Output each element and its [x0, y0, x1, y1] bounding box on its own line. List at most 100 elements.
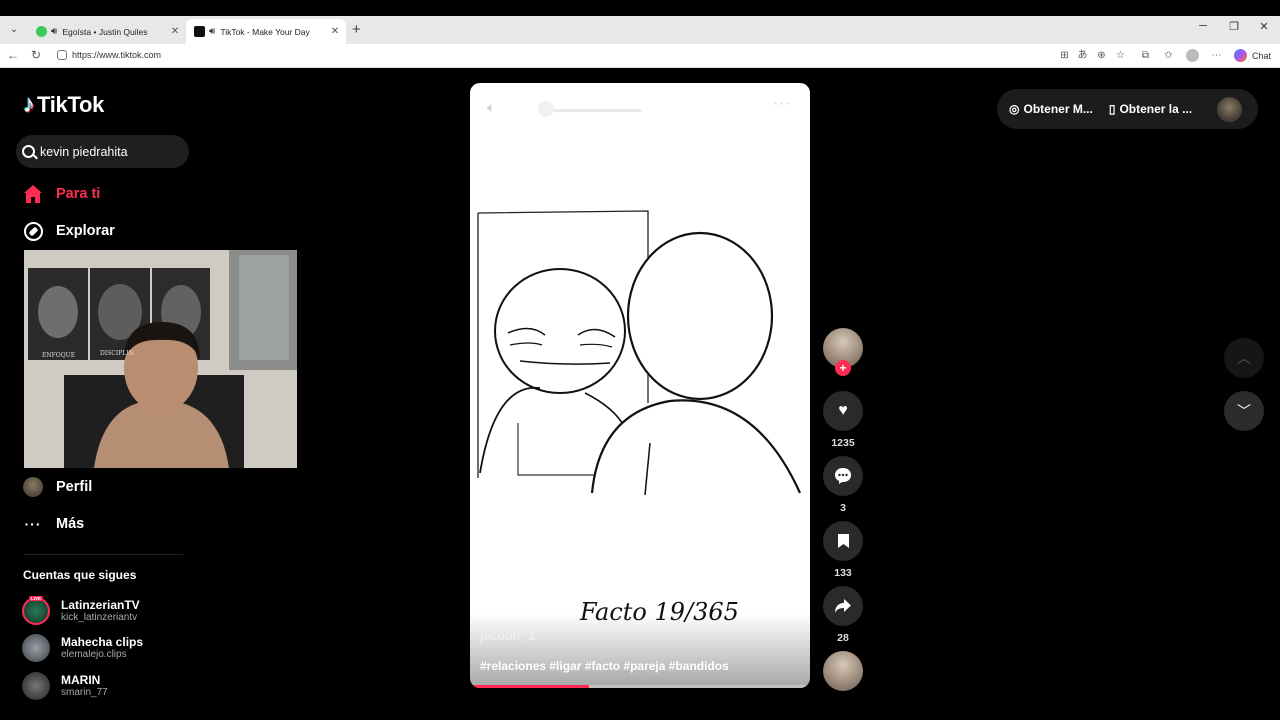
zoom-icon[interactable]: ⊕: [1095, 49, 1108, 62]
avatar: +: [823, 328, 863, 376]
video-progress-fill: [470, 685, 589, 688]
video-progress-bar[interactable]: [470, 685, 810, 688]
spotify-favicon-icon: [36, 26, 47, 37]
next-video-chevron-down-icon[interactable]: ﹀: [1224, 391, 1264, 431]
divider: [23, 554, 183, 555]
video-more-icon[interactable]: ···: [773, 95, 792, 113]
follow-plus-icon[interactable]: +: [835, 360, 851, 376]
avatar: [22, 634, 50, 662]
chat-label: Chat: [1252, 50, 1272, 61]
music-disc-button[interactable]: [823, 651, 863, 691]
share-count: 28: [837, 632, 849, 644]
close-tab-icon[interactable]: ✕: [168, 26, 182, 37]
minimize-icon[interactable]: ─: [1188, 20, 1218, 32]
browser-tab-egoista[interactable]: 🔊︎ Egoísta • Justin Quiles ✕: [28, 19, 186, 44]
user-avatar[interactable]: [1217, 97, 1242, 122]
tab-title: Egoísta • Justin Quiles: [62, 26, 148, 37]
comment-icon[interactable]: [823, 456, 863, 496]
tab-title: TikTok - Make Your Day: [220, 26, 310, 37]
nav-item-explorar[interactable]: Explorar: [23, 221, 115, 241]
tab-list-chevron-icon[interactable]: ⌄: [6, 22, 22, 38]
extensions-icon[interactable]: ⧉: [1139, 49, 1152, 62]
nav-label: Más: [56, 516, 85, 532]
volume-slider-handle[interactable]: [538, 101, 554, 117]
save-action[interactable]: 133: [823, 521, 863, 579]
translate-icon[interactable]: あ: [1076, 49, 1089, 62]
reload-icon[interactable]: ↻: [31, 48, 41, 62]
account-name: MARIN: [61, 672, 101, 687]
like-action[interactable]: ♥ 1235: [823, 391, 863, 449]
avatar: LIVE: [22, 596, 50, 625]
profile-icon[interactable]: [1186, 49, 1199, 62]
copilot-icon: [1234, 49, 1247, 62]
search-icon[interactable]: [22, 145, 35, 158]
share-action[interactable]: 28: [823, 586, 863, 644]
favorite-star-icon[interactable]: ☆: [1114, 49, 1127, 62]
video-player[interactable]: 🔈︎ ··· Facto 19/365 jacobfr_1 #relacione…: [470, 83, 810, 688]
account-name: Mahecha clips: [61, 634, 144, 649]
back-icon[interactable]: ←: [7, 48, 19, 62]
heart-icon[interactable]: ♥: [823, 391, 863, 431]
close-window-icon[interactable]: ✕: [1249, 20, 1279, 33]
share-icon[interactable]: [823, 586, 863, 626]
close-tab-icon[interactable]: ✕: [328, 26, 342, 37]
url-field[interactable]: https://www.tiktok.com: [72, 50, 161, 60]
address-bar: ← ↻ https://www.tiktok.com ⊞ あ ⊕ ☆ ⧉ ✩ ⋯…: [0, 44, 1280, 68]
like-count: 1235: [831, 437, 855, 449]
new-tab-icon[interactable]: +: [352, 21, 361, 38]
video-description[interactable]: #relaciones #ligar #facto #pareja #bandi…: [480, 659, 729, 673]
speaker-icon[interactable]: 🔊︎: [51, 26, 57, 37]
previous-video-chevron-up-icon[interactable]: ︿: [1224, 338, 1264, 378]
app-available-icon[interactable]: ⊞: [1058, 49, 1071, 62]
site-info-icon[interactable]: [57, 50, 67, 60]
comment-action[interactable]: 3: [823, 456, 863, 514]
following-account[interactable]: LIVE LatinzerianTV kick_latinzeriantv: [22, 596, 140, 625]
screen: ⌄ 🔊︎ Egoísta • Justin Quiles ✕ 🔊︎ TikTok…: [0, 0, 1280, 720]
copilot-chat-button[interactable]: Chat: [1234, 49, 1271, 62]
restore-icon[interactable]: ❐: [1219, 20, 1249, 33]
avatar: [23, 477, 43, 497]
search-input[interactable]: [40, 144, 180, 159]
browser-tab-bar: ⌄ 🔊︎ Egoísta • Justin Quiles ✕ 🔊︎ TikTok…: [0, 16, 1280, 44]
more-icon: ···: [24, 516, 42, 532]
volume-slider[interactable]: [542, 109, 642, 112]
compass-icon: [23, 221, 43, 241]
nav-label: Para ti: [56, 186, 101, 202]
account-handle: elemalejo.clips: [61, 648, 127, 660]
browser-tab-tiktok[interactable]: 🔊︎ TikTok - Make Your Day ✕: [186, 19, 346, 44]
get-coins-label: Obtener M...: [1023, 102, 1093, 116]
tiktok-favicon-icon: [194, 26, 205, 37]
creator-avatar-button[interactable]: +: [823, 328, 863, 376]
account-handle: smarin_77: [61, 686, 108, 698]
get-coins-button[interactable]: ◎ Obtener M...: [1009, 102, 1093, 116]
following-header: Cuentas que sigues: [23, 568, 137, 582]
save-count: 133: [834, 567, 852, 579]
nav-item-para-ti[interactable]: Para ti: [23, 184, 100, 204]
video-info-overlay: [470, 613, 810, 688]
following-account[interactable]: Mahecha clips elemalejo.clips: [22, 634, 143, 662]
tiktok-logo[interactable]: ♪ TikTok: [23, 91, 104, 119]
get-app-button[interactable]: ▯ Obtener la ...: [1109, 102, 1192, 116]
poster-label: DISCIPLIN: [100, 350, 134, 357]
account-handle: kick_latinzeriantv: [61, 611, 138, 623]
poster-label: ENFOQUE: [42, 352, 76, 359]
volume-icon[interactable]: 🔈︎: [487, 99, 495, 116]
top-right-actions: ◎ Obtener M... ▯ Obtener la ...: [997, 89, 1258, 129]
nav-label: Perfil: [56, 479, 93, 495]
settings-more-icon[interactable]: ⋯: [1210, 49, 1223, 62]
music-disc-avatar: [823, 651, 863, 691]
nav-item-mas[interactable]: ··· Más: [23, 514, 85, 534]
speaker-icon[interactable]: 🔊︎: [209, 26, 215, 37]
nav-item-perfil[interactable]: Perfil: [23, 477, 92, 497]
favorites-icon[interactable]: ✩: [1162, 49, 1175, 62]
avatar: [22, 672, 50, 700]
tiktok-note-icon: ♪: [23, 91, 35, 118]
video-author[interactable]: jacobfr_1: [480, 629, 536, 643]
following-account[interactable]: MARIN smarin_77: [22, 672, 108, 700]
search-bar[interactable]: [16, 135, 189, 168]
nav-label: Explorar: [56, 223, 115, 239]
bookmark-icon[interactable]: [823, 521, 863, 561]
get-app-label: Obtener la ...: [1119, 102, 1193, 116]
home-icon: [23, 184, 43, 204]
webcam-overlay: ENFOQUE DISCIPLIN: [24, 250, 297, 468]
